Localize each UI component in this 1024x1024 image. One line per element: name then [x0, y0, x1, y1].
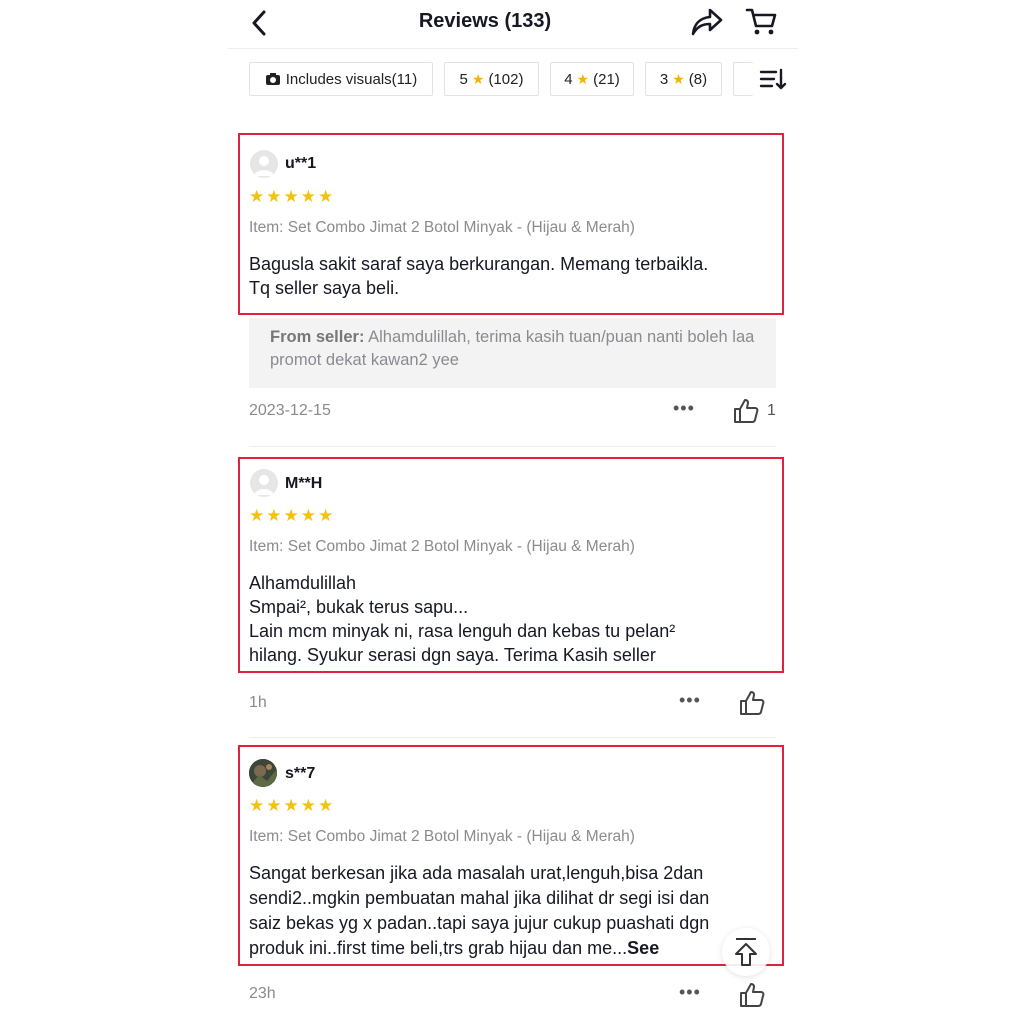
back-button[interactable] [244, 6, 274, 40]
reviewer-name: s**7 [285, 765, 316, 782]
rating-stars: ★★★★★ [249, 506, 336, 525]
reviewer-name: M**H [285, 475, 323, 492]
review-line: Bagusla sakit saraf saya berkurangan. Me… [249, 254, 709, 274]
star-icon: ★ [471, 70, 485, 87]
sort-button[interactable] [758, 64, 788, 94]
more-options-button[interactable]: ••• [679, 982, 701, 1003]
review-date: 23h [249, 985, 276, 1002]
seller-reply-label: From seller: [270, 328, 365, 346]
chip-count: (102) [488, 70, 524, 88]
filter-3-stars[interactable]: 3 ★ (8) [645, 62, 722, 96]
user-avatar-icon [254, 475, 274, 495]
thumbs-up-icon [740, 691, 765, 715]
more-options-button[interactable]: ••• [679, 690, 701, 711]
reviewer-name: u**1 [285, 155, 317, 172]
like-button[interactable] [739, 690, 765, 716]
scroll-to-top-button[interactable] [722, 928, 770, 976]
share-icon [691, 8, 723, 36]
cart-button[interactable] [744, 6, 778, 38]
review-date: 2023-12-15 [249, 402, 331, 419]
review-line: sendi2..mgkin pembuatan mahal jika dilih… [249, 888, 710, 908]
rating-stars: ★★★★★ [249, 187, 336, 206]
review-line: produk ini..first time beli,trs grab hij… [249, 936, 779, 961]
review-line: Sangat berkesan jika ada masalah urat,le… [249, 863, 704, 883]
filter-5-stars[interactable]: 5 ★ (102) [444, 62, 539, 96]
review-divider [249, 446, 776, 447]
review-text: Sangat berkesan jika ada masalah urat,le… [249, 861, 779, 961]
review-date: 1h [249, 694, 267, 711]
filter-visuals-label: Includes visuals(11) [285, 70, 418, 88]
seller-reply: From seller: Alhamdulillah, terima kasih… [270, 326, 760, 372]
review-line: Alhamdulillah [249, 573, 357, 593]
filter-more-chip[interactable] [733, 62, 753, 96]
share-button[interactable] [690, 6, 724, 38]
review-text: Bagusla sakit saraf saya berkurangan. Me… [249, 252, 779, 300]
avatar [250, 469, 278, 497]
chip-stars-value: 5 [459, 70, 468, 88]
chip-stars-value: 4 [564, 70, 573, 88]
like-button[interactable] [739, 982, 765, 1008]
rating-stars: ★★★★★ [249, 796, 336, 815]
review-divider [249, 737, 776, 738]
cart-icon [745, 8, 777, 35]
review-text: Alhamdulillah Smpai², bukak terus sapu..… [249, 571, 779, 667]
review-line: Tq seller saya beli. [249, 278, 400, 298]
review-line: Lain mcm minyak ni, rasa lenguh dan keba… [249, 621, 676, 641]
back-arrow-icon [252, 10, 266, 36]
thumbs-up-icon [734, 399, 759, 423]
review-line: saiz bekas yg x padan..tapi saya jujur c… [249, 913, 710, 933]
star-icon: ★ [672, 70, 685, 87]
review-line-truncated: produk ini..first time beli,trs grab hij… [249, 938, 628, 958]
review-line: hilang. Syukur serasi dgn saya. Terima K… [249, 645, 656, 665]
chip-count: (8) [688, 70, 708, 88]
review-line: Smpai², bukak terus sapu... [249, 597, 469, 617]
camera-icon [265, 73, 280, 85]
header-divider [228, 48, 798, 49]
user-avatar-icon [254, 156, 274, 176]
more-options-button[interactable]: ••• [673, 398, 695, 419]
avatar [250, 150, 278, 178]
thumbs-up-icon [740, 983, 765, 1007]
avatar [249, 759, 277, 787]
like-button[interactable] [733, 398, 759, 424]
star-icon: ★ [576, 70, 590, 87]
scroll-to-top-icon [735, 938, 757, 966]
see-more-link[interactable]: See [627, 938, 659, 958]
purchased-item: Item: Set Combo Jimat 2 Botol Minyak - (… [249, 828, 635, 845]
like-count: 1 [767, 402, 776, 419]
purchased-item: Item: Set Combo Jimat 2 Botol Minyak - (… [249, 538, 635, 555]
chip-stars-value: 3 [659, 70, 669, 88]
chip-count: (21) [593, 70, 620, 88]
user-photo-icon [249, 759, 277, 787]
sort-icon [759, 68, 787, 90]
filter-4-stars[interactable]: 4 ★ (21) [550, 62, 634, 96]
page-title: Reviews (133) [418, 10, 552, 32]
purchased-item: Item: Set Combo Jimat 2 Botol Minyak - (… [249, 219, 635, 236]
filter-includes-visuals[interactable]: Includes visuals(11) [249, 62, 433, 96]
